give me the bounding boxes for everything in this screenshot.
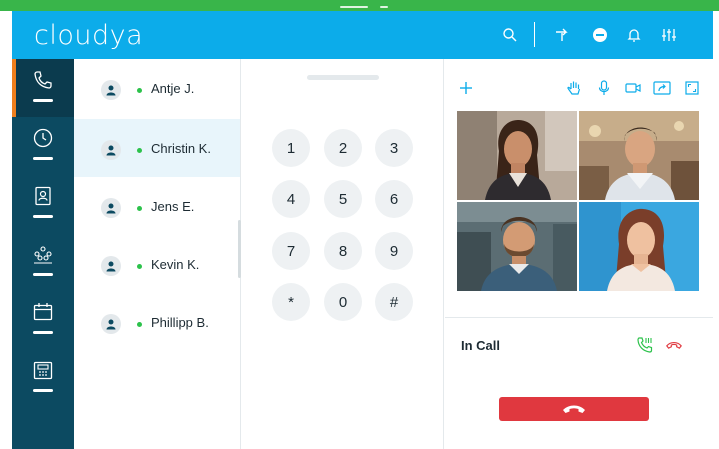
fax-icon — [33, 361, 53, 380]
participant-video-2[interactable] — [579, 111, 699, 200]
sidebar-item-indicator — [33, 99, 53, 102]
app-logo: cloudya — [34, 20, 144, 51]
call-panel: In Call — [445, 59, 713, 449]
presence-online-dot — [137, 206, 142, 211]
contact-name: Jens E. — [151, 199, 195, 214]
fullscreen-icon[interactable] — [683, 79, 701, 97]
participant-video-1[interactable] — [457, 111, 577, 200]
contact-list: Antje J. Christin K. Jens E. Kevin K. Ph… — [74, 59, 241, 449]
presence-online-dot — [137, 322, 142, 327]
top-status-bar — [0, 0, 719, 11]
contact-name: Kevin K. — [151, 257, 200, 272]
contact-row-selected[interactable]: Christin K. — [74, 119, 240, 177]
contact-row[interactable]: Jens E. — [74, 177, 240, 235]
clock-history-icon — [33, 128, 53, 148]
sidebar-item-calendar[interactable] — [12, 291, 74, 349]
contact-name: Phillipp B. — [151, 315, 209, 330]
hangup-button[interactable] — [499, 397, 649, 421]
participant-video-4[interactable] — [579, 202, 699, 291]
avatar — [101, 140, 121, 160]
status-indicator-small — [380, 6, 388, 8]
sidebar-item-indicator — [33, 157, 53, 160]
settings-sliders-icon[interactable] — [659, 25, 679, 45]
screen-share-icon[interactable] — [653, 79, 671, 97]
call-panel-divider — [445, 317, 713, 318]
contact-row[interactable]: Phillipp B. — [74, 293, 240, 351]
microphone-icon[interactable] — [595, 79, 613, 97]
call-forward-icon[interactable] — [552, 25, 572, 45]
hangup-phone-icon — [563, 405, 585, 413]
dial-key-5[interactable]: 5 — [324, 180, 362, 218]
do-not-disturb-icon[interactable] — [590, 25, 610, 45]
video-camera-icon[interactable] — [624, 79, 642, 97]
bell-icon[interactable] — [624, 25, 644, 45]
search-icon[interactable] — [500, 25, 520, 45]
add-icon[interactable] — [457, 79, 475, 97]
dialpad-panel: 1 2 3 4 5 6 7 8 9 * 0 # — [241, 59, 444, 449]
sidebar-item-indicator — [33, 331, 53, 334]
sidebar-item-phone[interactable] — [12, 59, 74, 117]
app-header: cloudya — [12, 11, 713, 59]
avatar — [101, 314, 121, 334]
dial-key-1[interactable]: 1 — [272, 129, 310, 167]
sidebar-nav — [12, 59, 74, 449]
contact-row[interactable]: Kevin K. — [74, 235, 240, 293]
dial-key-9[interactable]: 9 — [375, 232, 413, 270]
sidebar-item-contacts[interactable] — [12, 175, 74, 233]
dial-key-star[interactable]: * — [272, 283, 310, 321]
dialpad-number-display[interactable] — [307, 75, 379, 80]
dial-key-2[interactable]: 2 — [324, 129, 362, 167]
status-indicator — [340, 6, 368, 8]
phone-icon — [34, 71, 52, 89]
contact-name: Antje J. — [151, 81, 195, 96]
call-status-label: In Call — [461, 338, 501, 353]
dial-key-8[interactable]: 8 — [324, 232, 362, 270]
person-icon — [106, 319, 116, 330]
sidebar-item-indicator — [33, 389, 53, 392]
presence-online-dot — [137, 148, 142, 153]
avatar — [101, 198, 121, 218]
avatar — [101, 80, 121, 100]
sidebar-item-conference[interactable] — [12, 233, 74, 291]
sidebar-item-indicator — [33, 273, 53, 276]
contact-name: Christin K. — [151, 141, 211, 156]
end-call-icon[interactable] — [665, 336, 683, 354]
app-window: cloudya Antje J. Christin K. Jens E. Kev… — [0, 0, 719, 449]
video-grid — [457, 111, 699, 291]
person-icon — [106, 85, 116, 96]
person-icon — [106, 203, 116, 214]
participant-video-3[interactable] — [457, 202, 577, 291]
avatar — [101, 256, 121, 276]
raise-hand-icon[interactable] — [565, 79, 583, 97]
person-icon — [106, 261, 116, 272]
header-separator — [534, 22, 535, 47]
dial-key-6[interactable]: 6 — [375, 180, 413, 218]
group-conference-icon — [34, 246, 52, 264]
call-transfer-icon[interactable] — [636, 336, 654, 354]
presence-online-dot — [137, 88, 142, 93]
dial-key-hash[interactable]: # — [375, 283, 413, 321]
sidebar-item-fax[interactable] — [12, 349, 74, 407]
dial-key-4[interactable]: 4 — [272, 180, 310, 218]
presence-online-dot — [137, 264, 142, 269]
calendar-icon — [33, 303, 53, 321]
person-icon — [106, 145, 116, 156]
dial-key-0[interactable]: 0 — [324, 283, 362, 321]
contact-card-icon — [35, 186, 51, 206]
sidebar-item-history[interactable] — [12, 117, 74, 175]
sidebar-item-indicator — [33, 215, 53, 218]
contact-row[interactable]: Antje J. — [74, 59, 240, 117]
dial-key-3[interactable]: 3 — [375, 129, 413, 167]
dial-key-7[interactable]: 7 — [272, 232, 310, 270]
